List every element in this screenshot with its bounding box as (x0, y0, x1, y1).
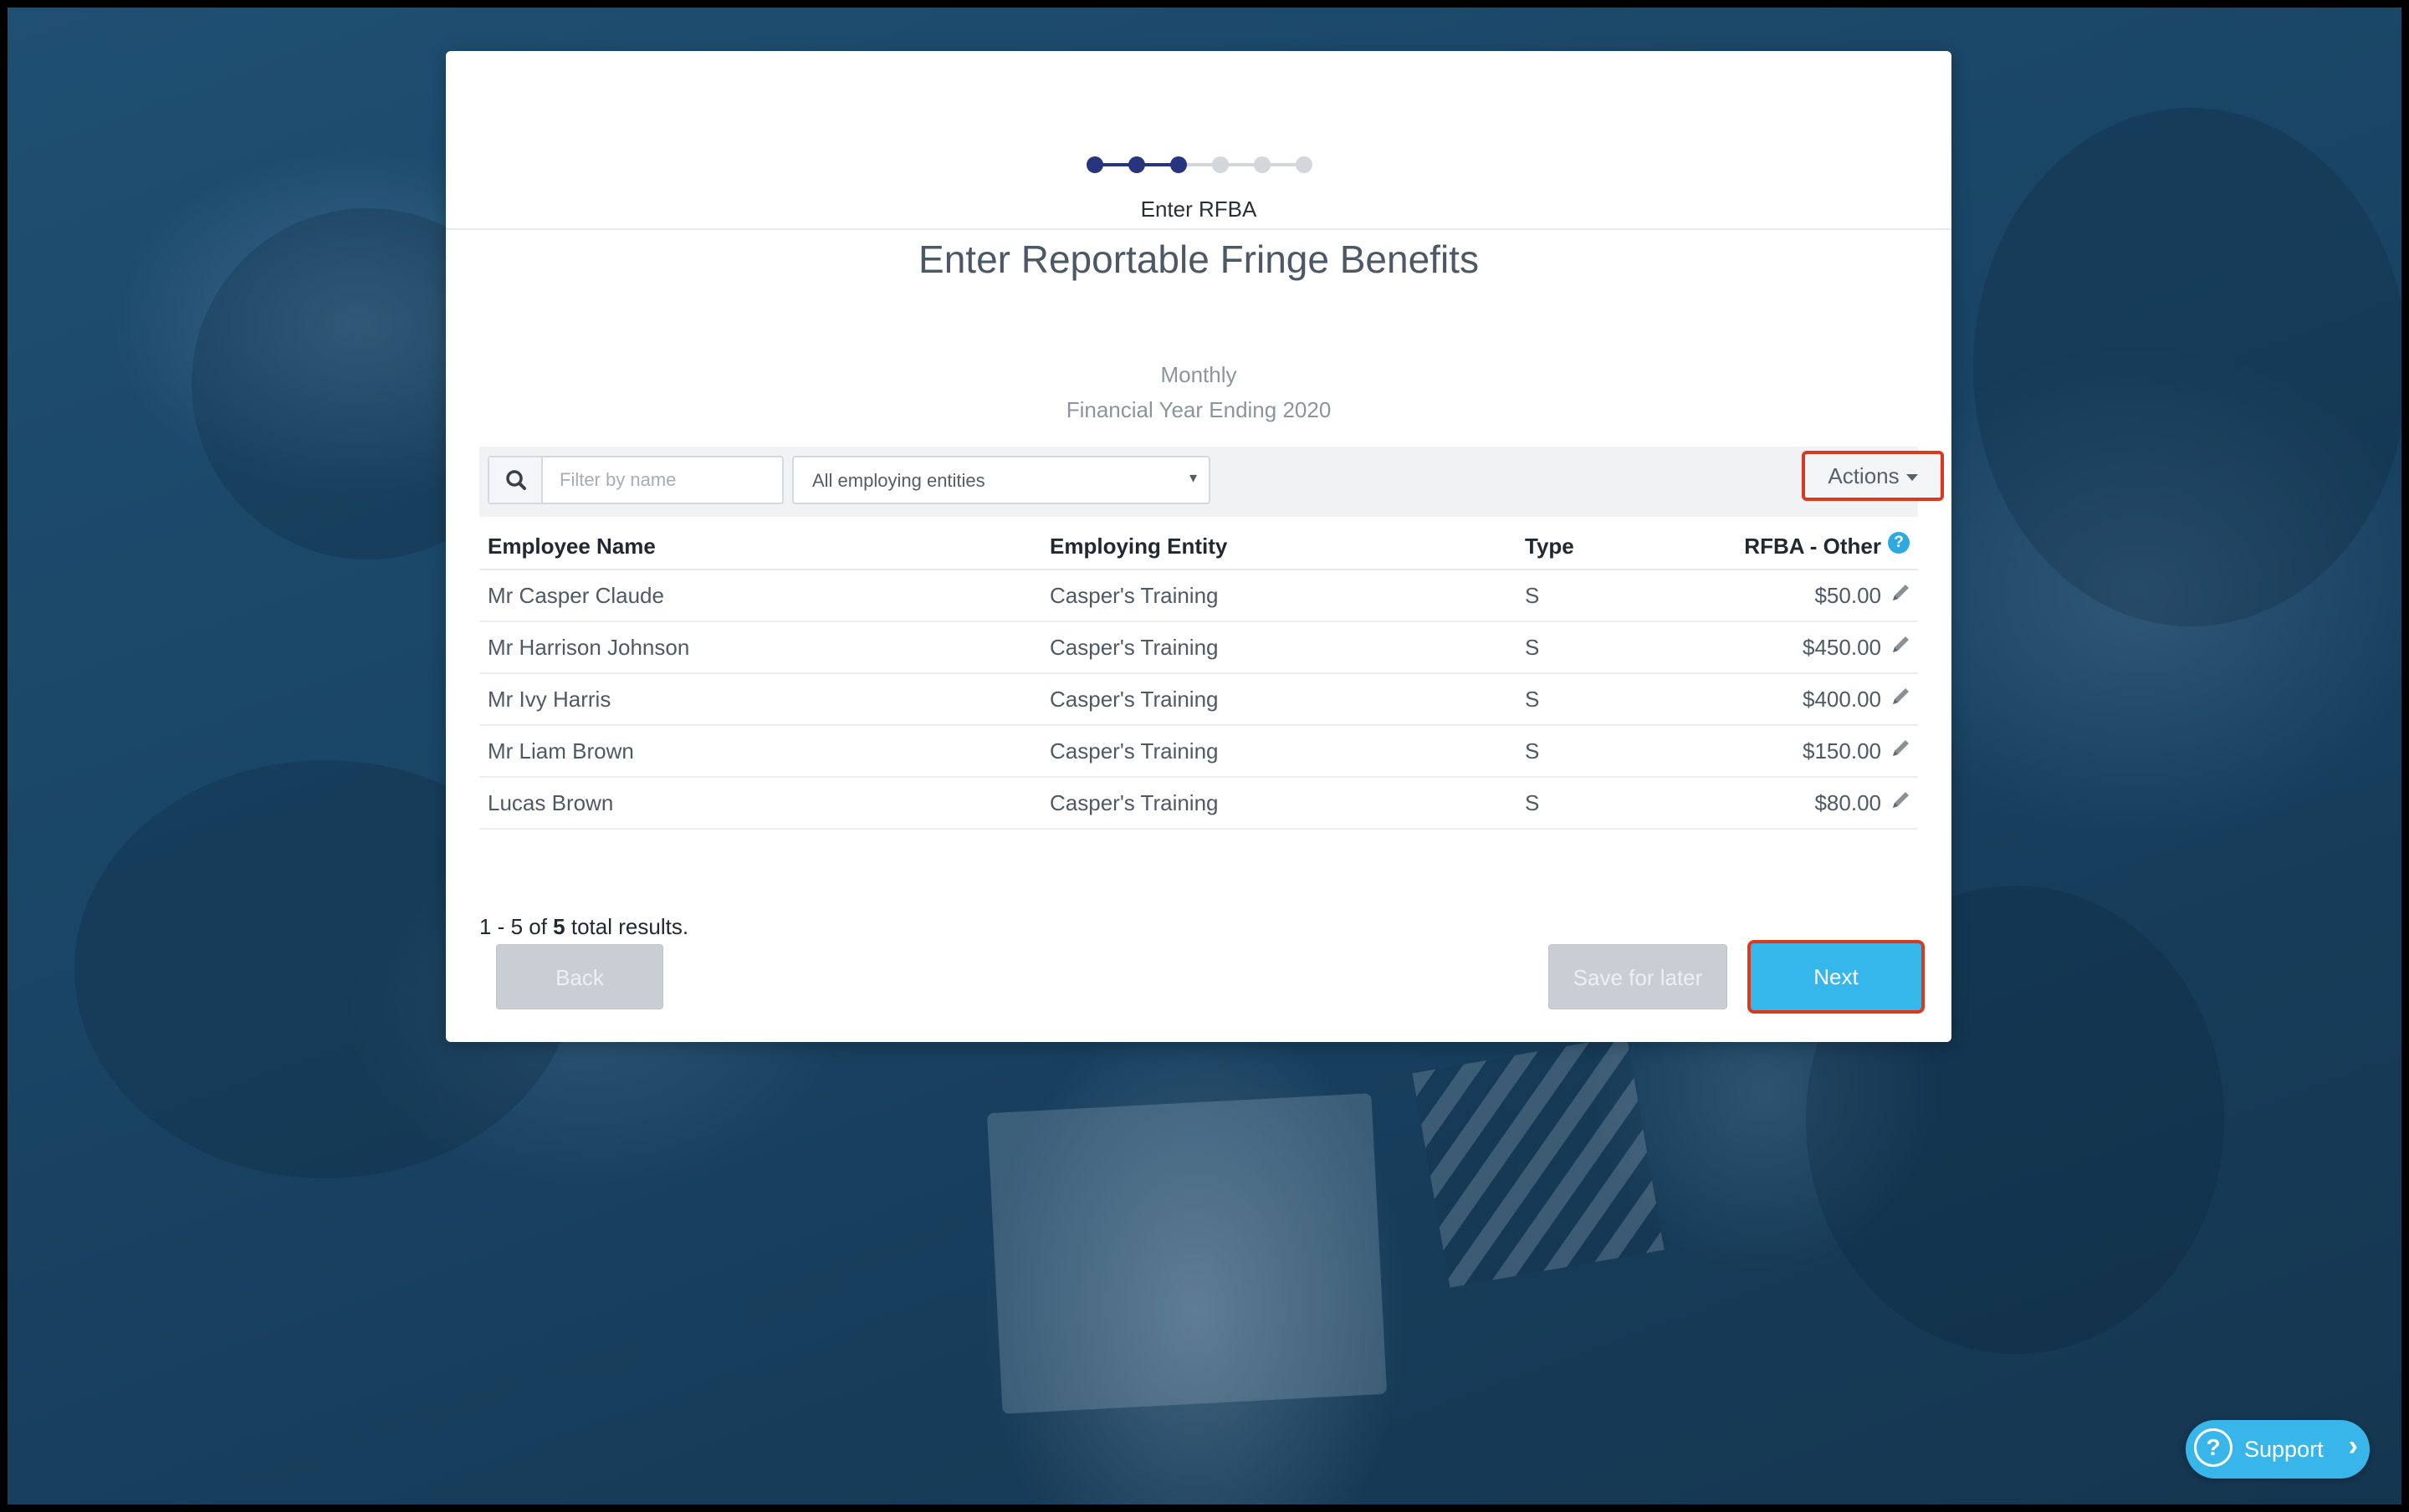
search-icon (506, 470, 526, 490)
results-total: 5 (553, 914, 565, 939)
step-dot-4 (1212, 156, 1229, 173)
pencil-edit-icon[interactable] (1888, 788, 1913, 813)
support-widget-button[interactable]: ? Support › (2186, 1420, 2370, 1479)
rfba-amount: $450.00 (1803, 635, 1881, 660)
step-progress (1087, 156, 1321, 173)
rfba-amount: $80.00 (1814, 790, 1881, 815)
employing-entity: Casper's Training (1050, 790, 1219, 815)
help-icon[interactable]: ? (1888, 532, 1910, 554)
table-row: Mr Casper Claude Casper's Training S $50… (479, 570, 1918, 622)
step-dot-5 (1254, 156, 1271, 173)
actions-label: Actions (1828, 463, 1900, 488)
financial-year-label: Financial Year Ending 2020 (1066, 397, 1332, 422)
employee-name: Mr Casper Claude (488, 583, 664, 608)
table-row: Lucas Brown Casper's Training S $80.00 (479, 778, 1918, 830)
results-suffix: total results. (570, 914, 689, 939)
column-header-rfba-other[interactable]: RFBA - Other (1744, 534, 1881, 559)
rfba-amount: $400.00 (1803, 687, 1881, 712)
filter-group (488, 456, 784, 504)
pencil-edit-icon[interactable] (1888, 736, 1913, 761)
caret-down-icon (1905, 474, 1918, 482)
table-row: Mr Ivy Harris Casper's Training S $400.0… (479, 674, 1918, 726)
actions-dropdown-button[interactable]: Actions (1802, 451, 1944, 501)
table-header: Employee Name Employing Entity Type RFBA… (479, 517, 1918, 570)
frequency-label: Monthly (1160, 362, 1237, 387)
results-range: 1 - 5 of (479, 914, 547, 939)
employing-entity: Casper's Training (1050, 635, 1219, 660)
support-label: Support (2244, 1437, 2324, 1462)
next-button[interactable]: Next (1747, 940, 1925, 1014)
wizard-stepper: Enter RFBA (446, 103, 1951, 230)
employing-entity: Casper's Training (1050, 738, 1219, 764)
step-dot-6 (1296, 156, 1312, 173)
employee-name: Mr Harrison Johnson (488, 635, 690, 660)
employee-type: S (1525, 790, 1540, 815)
employing-entity-select[interactable]: All employing entities ▾ (792, 456, 1210, 504)
employee-type: S (1525, 738, 1540, 764)
employee-type: S (1525, 635, 1540, 660)
employee-type: S (1525, 687, 1540, 712)
rfba-amount: $50.00 (1814, 583, 1881, 608)
search-button[interactable] (489, 457, 543, 503)
employing-entity-select-value: All employing entities (812, 470, 985, 491)
table-row: Mr Harrison Johnson Casper's Training S … (479, 622, 1918, 674)
filter-by-name-input[interactable] (545, 457, 779, 503)
pencil-edit-icon[interactable] (1888, 632, 1913, 657)
employing-entity: Casper's Training (1050, 687, 1219, 712)
step-dot-1 (1087, 156, 1103, 173)
rfba-amount: $150.00 (1803, 738, 1881, 764)
back-button[interactable]: Back (496, 944, 663, 1009)
step-dot-3 (1170, 156, 1187, 173)
employing-entity: Casper's Training (1050, 583, 1219, 608)
caret-down-icon: ▾ (1189, 469, 1197, 486)
employee-type: S (1525, 583, 1540, 608)
column-header-employee-name[interactable]: Employee Name (488, 534, 656, 559)
pencil-edit-icon[interactable] (1888, 684, 1913, 709)
column-header-type[interactable]: Type (1525, 534, 1574, 559)
employee-name: Mr Ivy Harris (488, 687, 611, 712)
employee-rfba-table: Employee Name Employing Entity Type RFBA… (479, 517, 1918, 830)
results-summary: 1 - 5 of 5 total results. (479, 914, 688, 940)
question-circle-icon: ? (2194, 1428, 2233, 1467)
column-header-employing-entity[interactable]: Employing Entity (1050, 534, 1227, 559)
employee-name: Mr Liam Brown (488, 738, 634, 764)
save-for-later-button[interactable]: Save for later (1548, 944, 1727, 1009)
page-title: Enter Reportable Fringe Benefits (918, 238, 1479, 281)
step-dot-2 (1128, 156, 1145, 173)
current-step-label: Enter RFBA (1140, 197, 1257, 222)
rfba-wizard-card: Enter RFBA Enter Reportable Fringe Benef… (446, 51, 1951, 1042)
pencil-edit-icon[interactable] (1888, 580, 1913, 605)
table-row: Mr Liam Brown Casper's Training S $150.0… (479, 726, 1918, 778)
table-toolbar: All employing entities ▾ Actions (479, 447, 1944, 517)
chevron-right-icon: › (2348, 1430, 2358, 1462)
employee-name: Lucas Brown (488, 790, 614, 815)
